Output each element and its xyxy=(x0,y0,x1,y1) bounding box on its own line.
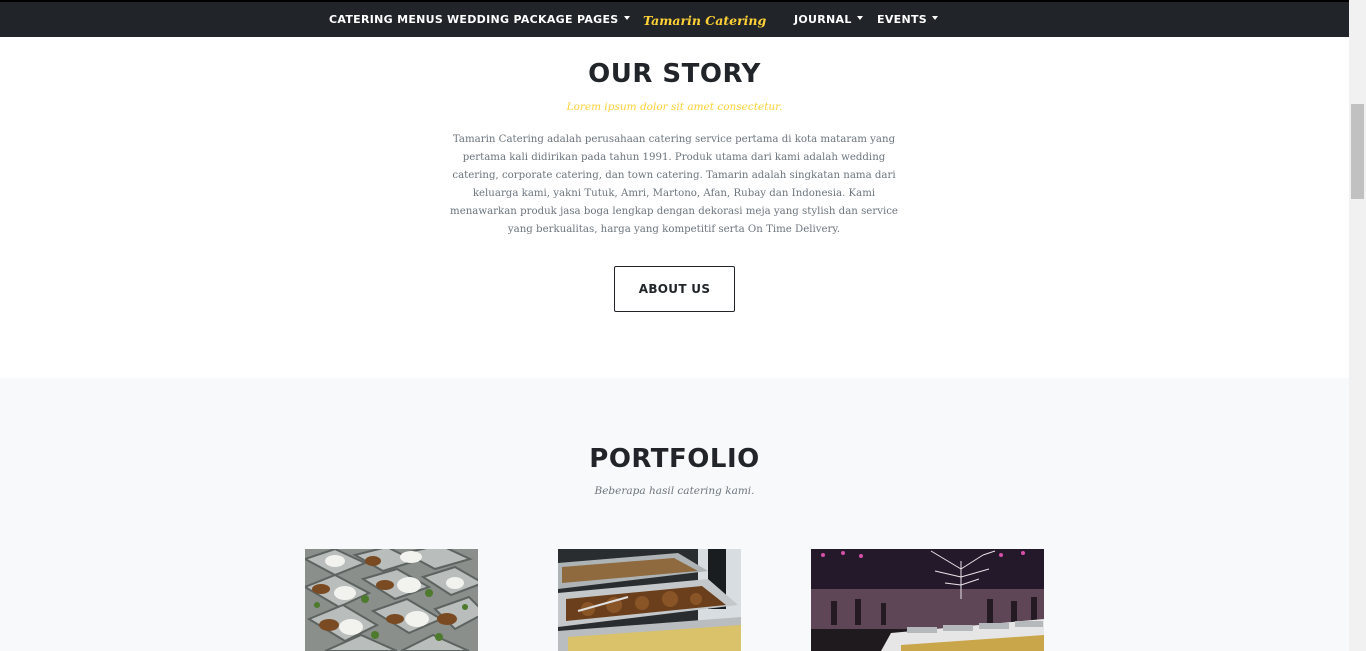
nav-wedding-package-label: WEDDING PACKAGE xyxy=(447,13,573,26)
nav-events-label: EVENTS xyxy=(877,13,927,26)
caret-down-icon xyxy=(623,16,630,20)
caret-down-icon xyxy=(856,16,863,20)
portfolio-item-wedding-venue[interactable] xyxy=(811,549,1044,651)
nav-journal-label: JOURNAL xyxy=(794,13,852,26)
nav-events-dropdown[interactable]: EVENTS xyxy=(877,2,938,37)
nav-pages-label: PAGES xyxy=(577,13,619,26)
wedding-venue-image xyxy=(811,549,1044,651)
top-navbar: CATERING MENUS WEDDING PACKAGE PAGES Tam… xyxy=(0,0,1349,37)
portfolio-item-boxed-meals[interactable] xyxy=(305,549,478,651)
our-story-title: OUR STORY xyxy=(588,59,761,89)
our-story-subtitle: Lorem ipsum dolor sit amet consectetur. xyxy=(566,101,783,113)
scrollbar-thumb[interactable] xyxy=(1351,104,1364,199)
portfolio-section: PORTFOLIO Beberapa hasil catering kami. xyxy=(0,378,1349,651)
our-story-body: Tamarin Catering adalah perusahaan cater… xyxy=(450,134,898,235)
portfolio-title: PORTFOLIO xyxy=(589,444,760,474)
brand-logo[interactable]: Tamarin Catering xyxy=(643,2,766,39)
about-us-button[interactable]: ABOUT US xyxy=(614,266,735,312)
nav-pages-dropdown[interactable]: PAGES xyxy=(577,2,630,37)
nav-journal-dropdown[interactable]: JOURNAL xyxy=(794,2,863,37)
nav-catering-menus-label: CATERING MENUS xyxy=(329,13,444,26)
page-scrollbar[interactable] xyxy=(1349,0,1366,651)
page: CATERING MENUS WEDDING PACKAGE PAGES Tam… xyxy=(0,0,1349,651)
boxed-meals-image xyxy=(305,549,478,651)
caret-down-icon xyxy=(931,16,938,20)
nav-catering-menus[interactable]: CATERING MENUS xyxy=(329,2,443,37)
buffet-trays-image xyxy=(558,549,741,651)
portfolio-item-buffet-trays[interactable] xyxy=(558,549,741,651)
our-story-section: OUR STORY Lorem ipsum dolor sit amet con… xyxy=(0,37,1349,378)
portfolio-subtitle: Beberapa hasil catering kami. xyxy=(594,485,755,497)
nav-wedding-package[interactable]: WEDDING PACKAGE xyxy=(447,2,573,37)
